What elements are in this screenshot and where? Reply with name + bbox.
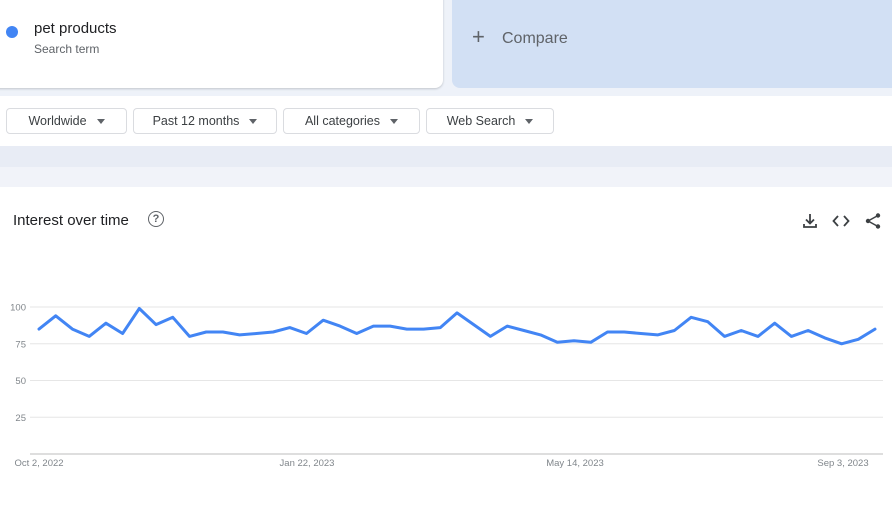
series-line-pet-products <box>37 307 877 346</box>
x-tick-label: Oct 2, 2022 <box>14 458 63 469</box>
y-tick-label: 75 <box>15 339 26 350</box>
divider-strip <box>0 167 892 187</box>
chevron-down-icon <box>390 118 399 124</box>
y-tick-label: 100 <box>10 303 26 314</box>
interest-chart: 100 75 50 25 Oct 2, 2022 Jan 22, 2023 May 14,… <box>10 303 883 469</box>
filter-search-type-label: Web Search <box>446 114 516 128</box>
filter-time-range-label: Past 12 months <box>152 114 240 128</box>
chevron-down-icon <box>525 118 534 124</box>
filter-time-range[interactable]: Past 12 months <box>133 108 277 134</box>
search-term-title[interactable]: pet products <box>34 20 117 37</box>
interest-over-time-panel: Interest over time ? 100 75 50 25 Oct 2, 20… <box>0 187 892 513</box>
chevron-down-icon <box>249 118 258 124</box>
filter-region-label: Worldwide <box>28 114 87 128</box>
y-tick-label: 50 <box>15 376 26 387</box>
x-tick-label: Jan 22, 2023 <box>280 458 335 469</box>
search-term-subtitle: Search term <box>34 42 100 56</box>
search-term-card[interactable]: pet products Search term <box>0 0 443 88</box>
compare-label: Compare <box>502 30 568 47</box>
chevron-down-icon <box>96 118 105 124</box>
plus-icon: + <box>472 24 485 49</box>
y-tick-label: 25 <box>15 413 26 424</box>
filter-search-type[interactable]: Web Search <box>426 108 554 134</box>
divider-strip <box>0 146 892 167</box>
filter-category[interactable]: All categories <box>283 108 420 134</box>
x-tick-label: Sep 3, 2023 <box>817 458 868 469</box>
filter-category-label: All categories <box>304 114 381 128</box>
x-tick-label: May 14, 2023 <box>546 458 604 469</box>
compare-button[interactable]: + Compare <box>452 0 892 88</box>
filter-region[interactable]: Worldwide <box>6 108 127 134</box>
series-color-dot <box>6 26 18 38</box>
filter-bar: Worldwide Past 12 months All categories … <box>0 96 892 146</box>
